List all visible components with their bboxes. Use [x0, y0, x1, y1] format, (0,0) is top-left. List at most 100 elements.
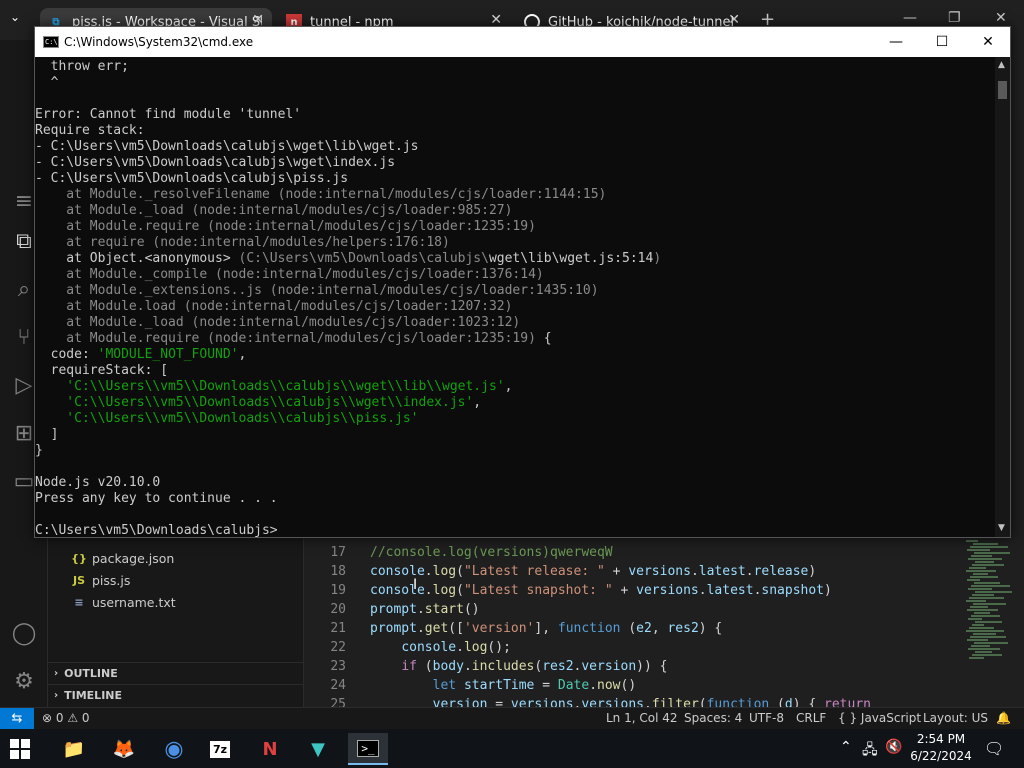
line-ending[interactable]: CRLF — [796, 711, 826, 725]
minimap-line — [969, 627, 994, 629]
code-text: let startTime = Date.now() — [432, 678, 637, 693]
code-line[interactable]: 21 prompt.get(['version'], function (e2, … — [304, 619, 1024, 638]
cursor-position[interactable]: Ln 1, Col 42 — [606, 711, 678, 725]
timeline-panel-header[interactable]: › TIMELINE — [48, 684, 304, 706]
console-line: - C:\Users\vm5\Downloads\calubjs\wget\in… — [35, 155, 396, 170]
cmd-icon: >_ — [357, 739, 379, 757]
code-text: console.log("Latest release: " + version… — [370, 564, 817, 579]
minimap-line — [970, 636, 1006, 638]
code-line[interactable]: 18 console.log("Latest release: " + versi… — [304, 562, 1024, 581]
js-file-icon: JS — [72, 573, 85, 587]
file-item-username-txt[interactable]: ≡ username.txt — [70, 592, 175, 612]
file-name: piss.js — [92, 572, 131, 588]
outline-panel-header[interactable]: › OUTLINE — [48, 662, 304, 684]
settings-gear-icon[interactable]: ⚙ — [10, 668, 38, 696]
minimap-line — [973, 573, 988, 575]
text-cursor-icon: I — [413, 577, 418, 593]
minimap-line — [969, 657, 984, 659]
minimap-line — [974, 552, 1010, 554]
7zip-icon: 7z — [209, 740, 231, 758]
console-line: ] — [35, 427, 59, 442]
line-number: 20 — [330, 602, 346, 617]
notifications-bell-icon[interactable]: 🔔 — [996, 711, 1011, 725]
browser-close-button[interactable]: ✕ — [995, 10, 1007, 26]
code-line[interactable]: 24 let startTime = Date.now() — [304, 676, 1024, 695]
network-icon[interactable]: 🖧 — [862, 739, 878, 763]
code-line[interactable]: 22 console.log(); — [304, 638, 1024, 657]
code-text: console.log(); — [401, 640, 511, 655]
cmd-close-button[interactable]: ✕ — [978, 32, 998, 52]
cmd-scrollbar[interactable]: ▲ ▼ — [995, 57, 1010, 537]
console-line: code: 'MODULE_NOT_FOUND', — [35, 347, 247, 362]
panel-title: OUTLINE — [64, 667, 118, 680]
line-number: 24 — [330, 678, 346, 693]
remote-indicator-icon[interactable]: ⇆ — [0, 708, 34, 730]
minimap-line — [970, 546, 1008, 548]
taskbar-firefox-icon[interactable]: 🦊 — [104, 733, 144, 765]
minimap-line — [968, 558, 1002, 560]
cmd-minimize-button[interactable]: — — [886, 32, 906, 52]
code-line[interactable]: 23 if (body.includes(res2.version)) { — [304, 657, 1024, 676]
minimap-line — [969, 597, 1004, 599]
minimap-line — [973, 603, 1006, 605]
app-n-icon: N — [262, 738, 278, 760]
minimap-line — [974, 612, 990, 614]
console-line: } — [35, 443, 43, 458]
console-line: Error: Cannot find module 'tunnel' — [35, 107, 302, 122]
minimap-line — [971, 585, 1010, 587]
code-text: if (body.includes(res2.version)) { — [401, 659, 668, 674]
line-number: 19 — [330, 583, 346, 598]
browser-minimize-button[interactable]: — — [903, 10, 917, 26]
text-file-icon: ≡ — [74, 595, 84, 609]
tray-chevron-icon[interactable]: ⌃ — [840, 739, 852, 755]
scroll-down-arrow-icon[interactable]: ▼ — [998, 523, 1005, 533]
file-item-package-json[interactable]: {} package.json — [70, 548, 174, 568]
scrollbar-thumb[interactable] — [998, 81, 1007, 99]
volume-muted-icon[interactable]: 🔇 — [885, 739, 902, 755]
tab-search-icon[interactable]: ⌄ — [10, 10, 20, 24]
keyboard-layout[interactable]: Layout: US — [923, 711, 988, 725]
code-line[interactable]: 20 prompt.start() — [304, 600, 1024, 619]
cmd-title-bar[interactable]: C:\ C:\Windows\System32\cmd.exe — ☐ ✕ — [35, 27, 1010, 57]
chevron-right-icon: › — [54, 668, 59, 679]
cmd-maximize-button[interactable]: ☐ — [932, 32, 952, 52]
clock-date: 6/22/2024 — [910, 749, 972, 763]
file-item-piss-js[interactable]: JS piss.js — [70, 570, 130, 590]
taskbar-cmd-icon[interactable]: >_ — [348, 733, 388, 765]
taskbar-7zip-icon[interactable]: 7z — [200, 733, 240, 765]
code-line[interactable]: 17 //console.log(versions)qwerweqW — [304, 543, 1024, 562]
encoding[interactable]: UTF-8 — [749, 711, 784, 725]
taskbar-app-n-icon[interactable]: N — [250, 733, 290, 765]
console-line: at Module._extensions..js (node:internal… — [35, 283, 599, 298]
system-clock[interactable]: 2:54 PM 6/22/2024 — [908, 731, 974, 765]
browser-restore-button[interactable]: ❐ — [948, 10, 961, 26]
cmd-window[interactable]: C:\ C:\Windows\System32\cmd.exe — ☐ ✕ th… — [34, 26, 1011, 538]
taskbar-shield-app-icon[interactable]: ▼ — [298, 733, 338, 765]
language-mode[interactable]: { } JavaScript — [838, 711, 921, 725]
minimap-line — [972, 624, 984, 626]
minimap-line — [973, 543, 998, 545]
minimap-line — [970, 576, 998, 578]
minimap-line — [966, 600, 986, 602]
code-line[interactable]: 19 console.log("Latest snapshot: " + vers… — [304, 581, 1024, 600]
account-icon[interactable]: ◯ — [10, 620, 38, 648]
console-line: 'C:\\Users\\vm5\\Downloads\\calubjs\\wge… — [35, 379, 513, 394]
windows-taskbar: 📁 🦊 ◉ 7z N ▼ >_ ⌃ 🖧 🔇 2:54 PM 6/22/2024 … — [0, 729, 1024, 768]
indentation[interactable]: Spaces: 4 — [684, 711, 742, 725]
console-line: at Module.load (node:internal/modules/cj… — [35, 299, 513, 314]
scroll-up-arrow-icon[interactable]: ▲ — [998, 60, 1005, 70]
problems-indicator[interactable]: ⊗ 0 ⚠ 0 — [42, 711, 90, 725]
notification-center-icon[interactable]: 🗨 — [984, 739, 1004, 758]
clock-time: 2:54 PM — [916, 732, 966, 746]
minimap-line — [970, 606, 988, 608]
console-line: at Object.<anonymous> (C:\Users\vm5\Down… — [35, 251, 662, 266]
minimap[interactable] — [966, 540, 1012, 670]
folder-icon: 📁 — [62, 738, 86, 760]
minimap-line — [967, 609, 998, 611]
console-line: 'C:\\Users\\vm5\\Downloads\\calubjs\\wge… — [35, 395, 482, 410]
taskbar-file-explorer-icon[interactable]: 📁 — [54, 733, 94, 765]
console-line: ^ — [35, 75, 59, 90]
cmd-console-output[interactable]: throw err; ^ Error: Cannot find module 't… — [35, 57, 995, 537]
windows-start-icon[interactable] — [10, 739, 30, 759]
taskbar-chrome-icon[interactable]: ◉ — [154, 733, 194, 765]
